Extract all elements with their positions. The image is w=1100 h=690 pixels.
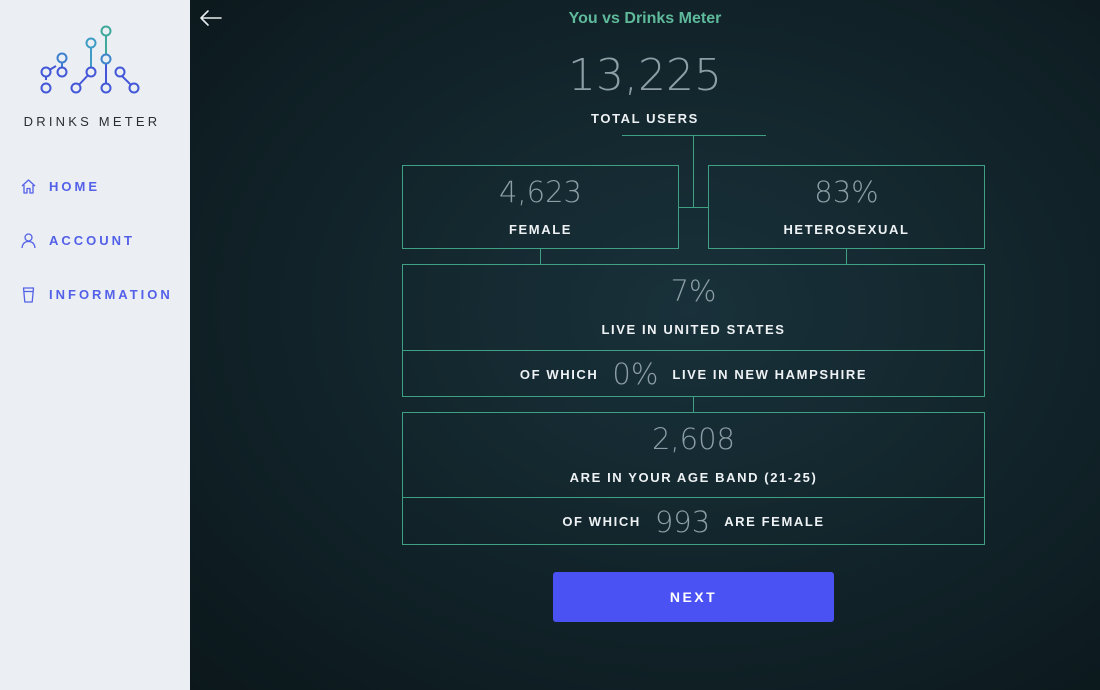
sidebar: DRINKS METER HOME ACCOUNT INFORMATION <box>0 0 190 690</box>
connector-line <box>693 136 694 207</box>
state-value: 0% <box>612 357 659 391</box>
cup-icon <box>18 284 38 304</box>
heterosexual-label: HETEROSEXUAL <box>783 222 910 237</box>
sidebar-item-label: ACCOUNT <box>49 232 135 248</box>
state-suffix: LIVE IN NEW HAMPSHIRE <box>672 366 868 382</box>
sidebar-item-information[interactable]: INFORMATION <box>18 282 173 306</box>
age-female-value: 993 <box>654 504 711 539</box>
total-users-value: 13,225 <box>568 50 722 101</box>
location-stat-box: 7% LIVE IN UNITED STATES OF WHICH 0% LIV… <box>402 264 985 397</box>
heterosexual-value: 83% <box>814 175 879 209</box>
next-button[interactable]: NEXT <box>553 572 834 622</box>
connector-line <box>846 249 847 264</box>
sidebar-item-account[interactable]: ACCOUNT <box>18 228 135 252</box>
connector-line <box>678 207 709 208</box>
heterosexual-stat-box: 83% HETEROSEXUAL <box>708 165 985 249</box>
page-title: You vs Drinks Meter <box>568 10 722 27</box>
user-icon <box>18 230 38 250</box>
age-stat-box: 2,608 ARE IN YOUR AGE BAND (21-25) OF WH… <box>402 412 985 545</box>
sidebar-item-label: INFORMATION <box>49 286 173 302</box>
age-female-row: OF WHICH 993 ARE FEMALE <box>403 498 984 545</box>
total-underline <box>622 135 766 136</box>
total-users-label: TOTAL USERS <box>591 111 699 126</box>
state-row: OF WHICH 0% LIVE IN NEW HAMPSHIRE <box>403 351 984 397</box>
age-female-suffix: ARE FEMALE <box>724 514 825 529</box>
main-content: You vs Drinks Meter 13,225 TOTAL USERS 4… <box>190 0 1100 690</box>
female-label: FEMALE <box>508 222 573 237</box>
state-prefix: OF WHICH <box>519 366 599 382</box>
connector-line <box>693 397 694 412</box>
female-value: 4,623 <box>498 175 583 209</box>
age-value: 2,608 <box>651 422 736 456</box>
age-label: ARE IN YOUR AGE BAND (21-25) <box>569 470 818 485</box>
country-value: 7% <box>670 274 717 308</box>
country-label: LIVE IN UNITED STATES <box>601 322 786 337</box>
sidebar-item-label: HOME <box>49 178 100 194</box>
age-female-prefix: OF WHICH <box>562 514 641 529</box>
drinks-meter-logo-icon <box>40 25 140 94</box>
connector-line <box>540 249 541 264</box>
home-icon <box>18 176 38 196</box>
logo-text: DRINKS METER <box>23 114 161 129</box>
female-stat-box: 4,623 FEMALE <box>402 165 679 249</box>
sidebar-item-home[interactable]: HOME <box>18 174 100 198</box>
